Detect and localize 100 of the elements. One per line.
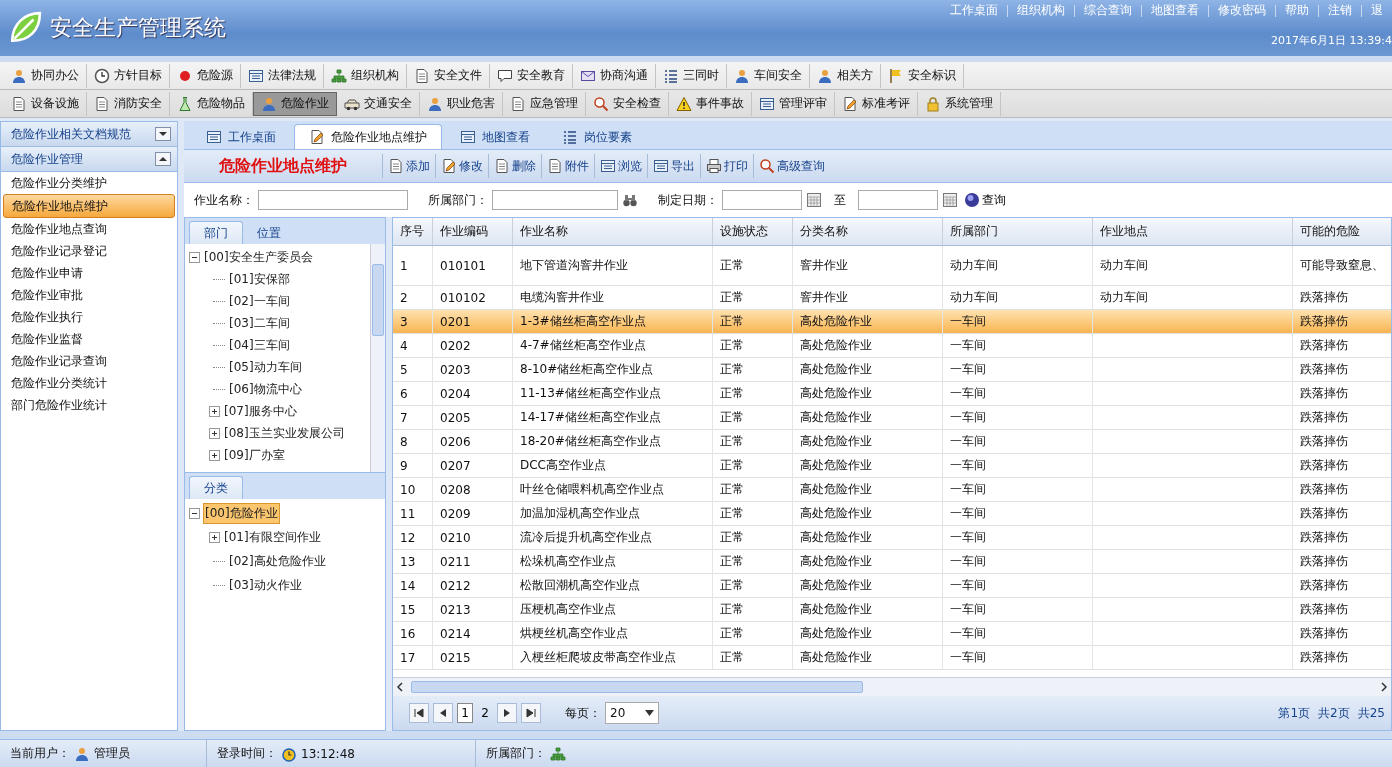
tree-node[interactable]: [06]物流中心 (228, 379, 303, 399)
tree-node[interactable]: [00]安全生产委员会 (203, 247, 314, 267)
module-button[interactable]: 标准考评 (835, 91, 918, 116)
last-page-button[interactable] (521, 703, 541, 723)
toolbar-button[interactable]: 浏览 (594, 154, 647, 178)
table-row[interactable]: 7 0205 14-17#储丝柜高空作业点 正常 高处危险作业 一车间 跌落摔伤 (393, 406, 1391, 430)
sidebar-item[interactable]: 危险作业申请 (1, 262, 177, 284)
module-button[interactable]: 管理评审 (752, 91, 835, 116)
module-button[interactable]: 组织机构 (324, 63, 407, 88)
column-header[interactable]: 分类名称 (793, 218, 943, 245)
scrollbar[interactable] (393, 677, 1391, 696)
sidebar-item[interactable]: 危险作业地点维护 (3, 194, 175, 218)
table-row[interactable]: 16 0214 烘梗丝机高空作业点 正常 高处危险作业 一车间 跌落摔伤 (393, 622, 1391, 646)
tree-node[interactable]: [07]服务中心 (223, 401, 298, 421)
tree-node[interactable]: [08]玉兰实业发展公司 (223, 423, 346, 443)
toolbar-button[interactable]: 添加 (382, 154, 435, 178)
tab[interactable]: 工作桌面 (192, 125, 290, 149)
first-page-button[interactable] (409, 703, 429, 723)
tree-node[interactable]: [02]高处危险作业 (228, 551, 327, 571)
tree-node[interactable]: [01]安保部 (228, 269, 291, 289)
column-header[interactable]: 设施状态 (713, 218, 793, 245)
toolbar-button[interactable]: 修改 (435, 154, 488, 178)
query-button[interactable]: 查询 (962, 191, 1008, 209)
tree-node[interactable]: [09]厂办室 (223, 445, 286, 465)
table-row[interactable]: 10 0208 叶丝仓储喂料机高空作业点 正常 高处危险作业 一车间 跌落摔伤 (393, 478, 1391, 502)
input-field[interactable] (258, 190, 408, 210)
expand-icon[interactable] (209, 405, 220, 417)
sidebar-item[interactable]: 危险作业监督 (1, 328, 177, 350)
sidebar-section-header[interactable]: 危险作业管理 (1, 147, 177, 172)
module-button[interactable]: 危险源 (170, 63, 241, 88)
column-header[interactable]: 作业地点 (1093, 218, 1293, 245)
table-row[interactable]: 3 0201 1-3#储丝柜高空作业点 正常 高处危险作业 一车间 跌落摔伤 (393, 310, 1391, 334)
sidebar-item[interactable]: 危险作业审批 (1, 284, 177, 306)
sidebar-item[interactable]: 危险作业分类统计 (1, 372, 177, 394)
table-row[interactable]: 1 010101 地下管道沟窨井作业 正常 窨井作业 动力车间 动力车间 可能导致窒息、 (393, 246, 1391, 286)
module-button[interactable]: 危险作业 (253, 91, 337, 116)
module-button[interactable]: 职业危害 (420, 91, 503, 116)
tree-node[interactable]: [04]三车间 (228, 335, 291, 355)
expand-icon[interactable] (209, 449, 220, 461)
input-field[interactable] (858, 190, 938, 210)
module-button[interactable]: 事件事故 (669, 91, 752, 116)
tab[interactable]: 位置 (243, 222, 295, 244)
collapse-icon[interactable] (155, 152, 171, 166)
collapse-icon[interactable] (189, 251, 200, 263)
toolbar-button[interactable]: 删除 (488, 154, 541, 178)
module-button[interactable]: 安全标识 (881, 63, 964, 88)
module-button[interactable]: 法律法规 (241, 63, 324, 88)
column-header[interactable]: 作业编码 (433, 218, 513, 245)
scrollbar[interactable] (370, 244, 385, 472)
sidebar-item[interactable]: 部门危险作业统计 (1, 394, 177, 416)
module-button[interactable]: 协同办公 (4, 63, 87, 88)
tree-node[interactable]: [03]二车间 (228, 313, 291, 333)
expand-icon[interactable] (209, 427, 220, 439)
module-button[interactable]: 消防安全 (87, 91, 170, 116)
table-row[interactable]: 15 0213 压梗机高空作业点 正常 高处危险作业 一车间 跌落摔伤 (393, 598, 1391, 622)
tab[interactable]: 部门 (189, 221, 243, 244)
sidebar-item[interactable]: 危险作业地点查询 (1, 218, 177, 240)
table-row[interactable]: 17 0215 入梗丝柜爬坡皮带高空作业点 正常 高处危险作业 一车间 跌落摔伤 (393, 646, 1391, 670)
tab[interactable]: 危险作业地点维护 (294, 124, 442, 149)
module-button[interactable]: 车间安全 (727, 63, 810, 88)
module-button[interactable]: 相关方 (810, 63, 881, 88)
column-header[interactable]: 作业名称 (513, 218, 713, 245)
expand-icon[interactable] (209, 531, 220, 543)
table-row[interactable]: 8 0206 18-20#储丝柜高空作业点 正常 高处危险作业 一车间 跌落摔伤 (393, 430, 1391, 454)
module-button[interactable]: 协商沟通 (573, 63, 656, 88)
table-row[interactable]: 13 0211 松垛机高空作业点 正常 高处危险作业 一车间 跌落摔伤 (393, 550, 1391, 574)
table-row[interactable]: 4 0202 4-7#储丝柜高空作业点 正常 高处危险作业 一车间 跌落摔伤 (393, 334, 1391, 358)
input-field[interactable] (722, 190, 802, 210)
tree-node[interactable]: [00]危险作业 (203, 502, 280, 524)
table-row[interactable]: 14 0212 松散回潮机高空作业点 正常 高处危险作业 一车间 跌落摔伤 (393, 574, 1391, 598)
module-button[interactable]: 安全文件 (407, 63, 490, 88)
module-button[interactable]: 三同时 (656, 63, 727, 88)
column-header[interactable]: 所属部门 (943, 218, 1093, 245)
tree-node[interactable]: [01]有限空间作业 (223, 527, 322, 547)
module-button[interactable]: 交通安全 (337, 91, 420, 116)
column-header[interactable]: 可能的危险 (1293, 218, 1391, 245)
tree-node[interactable]: [03]动火作业 (228, 575, 303, 595)
input-field[interactable] (492, 190, 618, 210)
tree-node[interactable]: [05]动力车间 (228, 357, 303, 377)
sidebar-item[interactable]: 危险作业执行 (1, 306, 177, 328)
module-button[interactable]: 安全教育 (490, 63, 573, 88)
table-row[interactable]: 5 0203 8-10#储丝柜高空作业点 正常 高处危险作业 一车间 跌落摔伤 (393, 358, 1391, 382)
expand-icon[interactable] (155, 127, 171, 141)
tree-node[interactable]: [02]一车间 (228, 291, 291, 311)
next-page-button[interactable] (497, 703, 517, 723)
sidebar-item[interactable]: 危险作业分类维护 (1, 172, 177, 194)
tab[interactable]: 岗位要素 (548, 125, 646, 149)
toolbar-button[interactable]: 高级查询 (753, 154, 830, 178)
module-button[interactable]: 安全检查 (586, 91, 669, 116)
table-row[interactable]: 12 0210 流冷后提升机高空作业点 正常 高处危险作业 一车间 跌落摔伤 (393, 526, 1391, 550)
sidebar-item[interactable]: 危险作业记录登记 (1, 240, 177, 262)
page-button[interactable]: 2 (477, 703, 493, 723)
tab[interactable]: 地图查看 (446, 125, 544, 149)
column-header[interactable]: 序号 (393, 218, 433, 245)
sidebar-section-header[interactable]: 危险作业相关文档规范 (1, 122, 177, 147)
toolbar-button[interactable]: 导出 (647, 154, 700, 178)
toolbar-button[interactable]: 附件 (541, 154, 594, 178)
module-button[interactable]: 方针目标 (87, 63, 170, 88)
per-page-select[interactable]: 20 (605, 702, 659, 724)
module-button[interactable]: 设备设施 (4, 91, 87, 116)
